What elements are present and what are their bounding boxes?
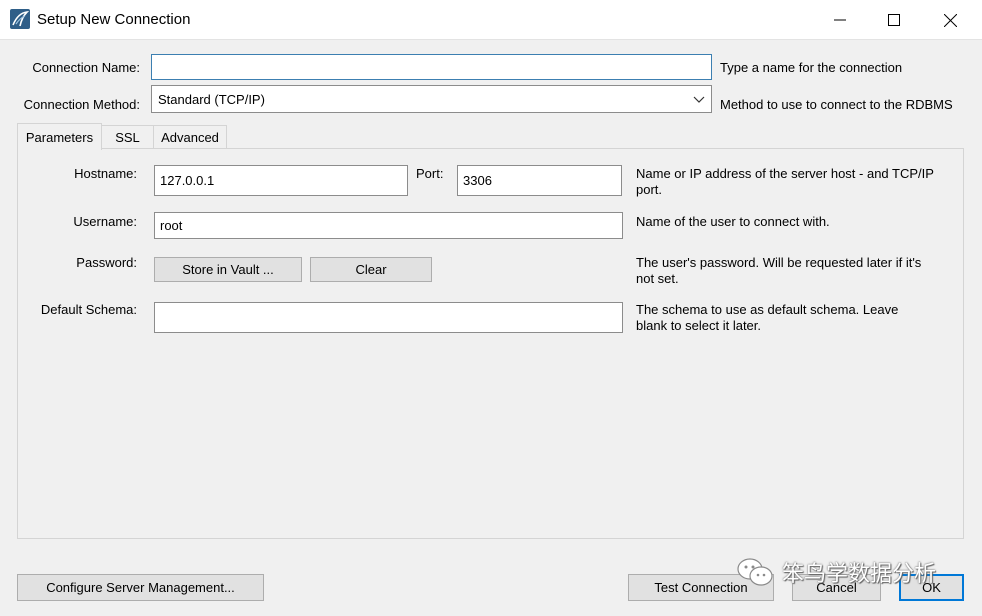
tab-parameters[interactable]: Parameters [17, 123, 102, 150]
watermark: 笨鸟学数据分析 [736, 556, 936, 588]
default-schema-help: The schema to use as default schema. Lea… [636, 302, 899, 333]
store-in-vault-button[interactable]: Store in Vault ... [154, 257, 302, 282]
maximize-icon [888, 14, 900, 26]
password-help: The user's password. Will be requested l… [636, 255, 922, 286]
connection-name-label: Connection Name: [32, 60, 140, 75]
username-label: Username: [73, 214, 137, 229]
port-label: Port: [416, 166, 444, 181]
connection-method-label: Connection Method: [23, 97, 140, 112]
mysql-workbench-icon [10, 9, 30, 29]
username-input[interactable]: root [154, 212, 623, 239]
close-icon [943, 13, 957, 27]
configure-server-management-button[interactable]: Configure Server Management... [17, 574, 264, 601]
hostname-help: Name or IP address of the server host - … [636, 166, 934, 197]
window-title: Setup New Connection [37, 11, 191, 28]
port-input[interactable]: 3306 [457, 165, 622, 196]
username-help: Name of the user to connect with. [636, 214, 830, 229]
connection-method-select[interactable]: Standard (TCP/IP) [151, 85, 712, 113]
parameters-panel [17, 148, 964, 539]
connection-method-value: Standard (TCP/IP) [158, 91, 265, 107]
close-button[interactable] [922, 0, 978, 40]
clear-password-button[interactable]: Clear [310, 257, 432, 282]
minimize-icon [834, 19, 846, 21]
tab-advanced[interactable]: Advanced [154, 125, 227, 149]
watermark-text: 笨鸟学数据分析 [782, 561, 937, 586]
connection-method-help: Method to use to connect to the RDBMS [720, 97, 953, 112]
default-schema-label: Default Schema: [40, 302, 137, 317]
chevron-down-icon [693, 96, 705, 103]
hostname-label: Hostname: [74, 166, 137, 181]
connection-name-input[interactable] [151, 54, 712, 80]
hostname-input[interactable]: 127.0.0.1 [154, 165, 408, 196]
wechat-icon [737, 558, 773, 586]
password-label: Password: [76, 255, 137, 270]
default-schema-input[interactable] [154, 302, 623, 333]
minimize-button[interactable] [812, 0, 868, 40]
connection-name-help: Type a name for the connection [720, 60, 903, 75]
maximize-button[interactable] [866, 0, 922, 40]
tab-ssl[interactable]: SSL [102, 125, 154, 149]
title-bar: Setup New Connection [0, 0, 982, 40]
